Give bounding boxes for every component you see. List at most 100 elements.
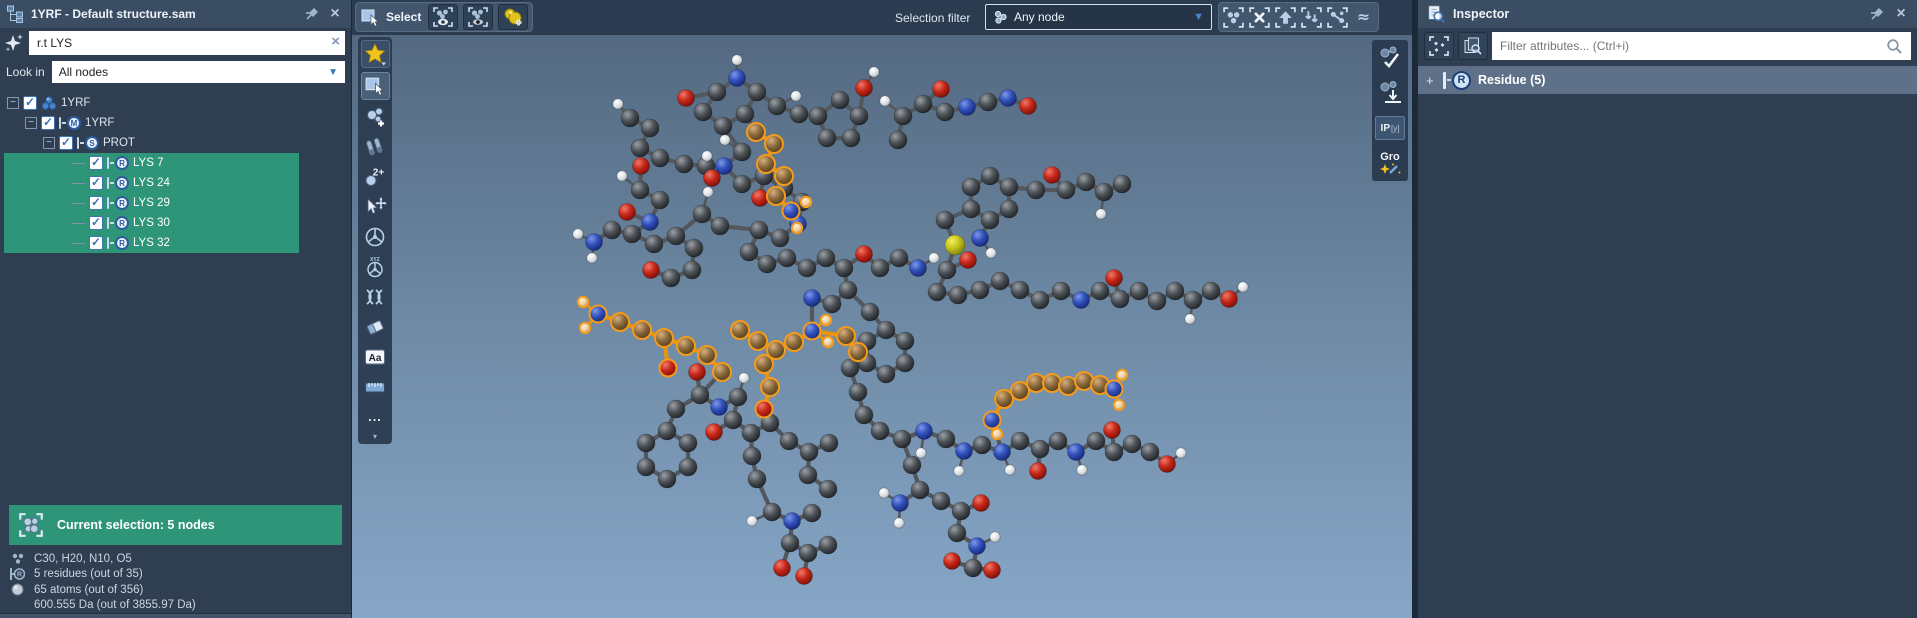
inspect-documents-button[interactable]: [1458, 32, 1488, 60]
clear-search-icon[interactable]: ×: [331, 34, 340, 50]
charge-tool-button[interactable]: 2+: [361, 164, 390, 190]
document-view-titlebar: 1YRF - Default structure.sam ×: [0, 0, 351, 28]
tree-node-molecule[interactable]: M 1YRF: [0, 113, 351, 133]
select-label: Select: [386, 10, 421, 24]
select-tool-button[interactable]: [361, 72, 390, 100]
validate-structures-button[interactable]: [1375, 43, 1405, 73]
look-in-label: Look in: [6, 65, 45, 79]
checkbox[interactable]: [41, 116, 55, 130]
import-structures-button[interactable]: [1375, 78, 1405, 108]
formula-icon: [8, 553, 26, 565]
checkbox[interactable]: [89, 196, 103, 210]
stat-atoms: 65 atoms (out of 356): [8, 582, 347, 598]
node-search-row: ×: [0, 28, 351, 58]
tree-node-residue[interactable]: R LYS 7: [0, 153, 351, 173]
any-node-icon: [993, 10, 1008, 25]
select-bonds-button[interactable]: [1326, 6, 1349, 29]
residue-icon: R: [107, 236, 129, 250]
checkbox[interactable]: [89, 236, 103, 250]
tree-node-residue[interactable]: R LYS 24: [0, 173, 351, 193]
toolbar-overflow-icon[interactable]: ▾: [373, 434, 377, 440]
checkbox[interactable]: [89, 176, 103, 190]
checkbox[interactable]: [89, 156, 103, 170]
expand-selection-down-button[interactable]: [1300, 6, 1323, 29]
tree-connector: [72, 223, 85, 224]
chevron-down-icon: ▼: [328, 67, 338, 78]
expander-icon[interactable]: [7, 97, 19, 109]
presets-star-button[interactable]: [361, 40, 390, 68]
tree-node-structure[interactable]: 1YRF: [0, 93, 351, 113]
app-window: 1YRF - Default structure.sam × × Look in: [0, 0, 1917, 618]
show-selection-button[interactable]: [428, 4, 458, 30]
checkbox[interactable]: [59, 136, 73, 150]
residue-count-icon: R: [8, 567, 26, 581]
current-selection-banner: Current selection: 5 nodes: [9, 505, 342, 545]
tree-node-residue[interactable]: R LYS 32: [0, 233, 351, 253]
tree-connector: [72, 243, 85, 244]
tree-node-residue[interactable]: R LYS 30: [0, 213, 351, 233]
helix-tool-button[interactable]: [361, 284, 390, 310]
tree-node-label: LYS 32: [133, 237, 170, 249]
look-in-value: All nodes: [59, 65, 322, 79]
tree-node-chain[interactable]: S PROT: [0, 133, 351, 153]
inspect-selection-button[interactable]: [1424, 32, 1454, 60]
twister-tool-button[interactable]: [361, 224, 390, 250]
stat-text: 600.555 Da (out of 3855.97 Da): [34, 599, 196, 611]
node-search-input[interactable]: [29, 31, 345, 55]
hide-selection-button[interactable]: [463, 4, 493, 30]
tree-node-label: 1YRF: [61, 97, 90, 109]
chain-icon: S: [77, 136, 99, 150]
molecule-render: [352, 35, 1412, 618]
close-icon[interactable]: ×: [1893, 6, 1909, 22]
hierarchy-icon: [6, 5, 24, 23]
deselect-all-button[interactable]: [1248, 6, 1271, 29]
selection-wand-icon: [2, 32, 26, 54]
inspector-icon: [1426, 4, 1445, 24]
molecule-icon: M: [59, 116, 81, 130]
add-atom-tool-button[interactable]: [361, 104, 390, 130]
checkbox[interactable]: [23, 96, 37, 110]
ruler-tool-button[interactable]: [361, 374, 390, 400]
viewport-3d[interactable]: 2+ XYZ Aa ... ▾: [352, 35, 1412, 618]
tree-connector: [72, 183, 85, 184]
pin-icon[interactable]: [1869, 6, 1885, 22]
expander-icon[interactable]: [25, 117, 37, 129]
bond-tool-button[interactable]: [361, 134, 390, 160]
label-tool-button[interactable]: Aa: [361, 344, 390, 370]
gromacs-wizard-button[interactable]: Gro: [1375, 148, 1405, 178]
tree-node-label: LYS 24: [133, 177, 170, 189]
add-group-button[interactable]: [498, 4, 528, 30]
tree-node-residue[interactable]: R LYS 29: [0, 193, 351, 213]
inspector-titlebar: Inspector ×: [1418, 0, 1917, 28]
tree-node-label: LYS 7: [133, 157, 163, 169]
selection-filter-dropdown[interactable]: Any node ▼: [985, 4, 1212, 30]
look-in-dropdown[interactable]: All nodes ▼: [52, 61, 345, 83]
chevron-down-icon: ▼: [1193, 11, 1204, 23]
checkbox[interactable]: [89, 216, 103, 230]
select-similar-button[interactable]: ≈: [1352, 6, 1375, 29]
close-icon[interactable]: ×: [327, 6, 343, 22]
pin-icon[interactable]: [304, 6, 320, 22]
attribute-filter-input[interactable]: [1500, 39, 1880, 53]
edit-tools-toolbar: 2+ XYZ Aa ... ▾: [358, 37, 392, 444]
move-tool-button[interactable]: [361, 194, 390, 220]
stat-formula: C30, H20, N10, O5: [8, 551, 347, 567]
structure-icon: [41, 95, 57, 111]
tree-node-label: LYS 29: [133, 197, 170, 209]
inspector-title: Inspector: [1453, 7, 1861, 21]
selection-actions-group: ≈: [1218, 2, 1379, 32]
select-all-button[interactable]: [1222, 6, 1245, 29]
panel-resize-handle[interactable]: [0, 613, 351, 618]
selection-brackets-icon: [17, 511, 45, 539]
more-tools-button[interactable]: ...: [361, 404, 390, 430]
inspector-panel: Inspector × + R Residue (5): [1418, 0, 1917, 618]
expander-plus-icon[interactable]: +: [1426, 73, 1436, 88]
expand-selection-up-button[interactable]: [1274, 6, 1297, 29]
ipython-console-button[interactable]: IP[y]: [1375, 113, 1405, 143]
residue-icon: R: [107, 176, 129, 190]
xyz-twister-tool-button[interactable]: XYZ: [361, 254, 390, 280]
atom-count-icon: [8, 583, 26, 596]
inspector-residue-group[interactable]: + R Residue (5): [1418, 66, 1917, 94]
expander-icon[interactable]: [43, 137, 55, 149]
eraser-tool-button[interactable]: [361, 314, 390, 340]
